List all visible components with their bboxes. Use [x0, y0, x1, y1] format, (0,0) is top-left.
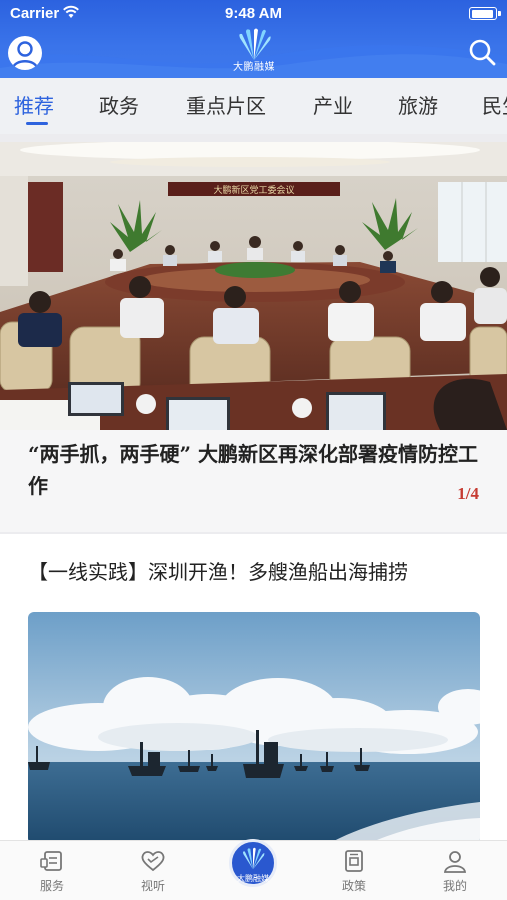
user-icon	[443, 851, 467, 873]
app-logo: 大鹏融媒	[228, 28, 280, 78]
app-header: Carrier 9:48 AM 大鹏融媒	[0, 0, 507, 78]
heart-icon	[141, 851, 165, 872]
featured-image: 大鹏新区党工委会议	[0, 142, 507, 430]
meeting-room-image: 大鹏新区党工委会议	[0, 142, 507, 430]
search-icon	[469, 39, 496, 66]
active-tab-indicator	[26, 122, 48, 125]
tab-tourism[interactable]: 旅游	[398, 90, 438, 119]
meeting-banner-text: 大鹏新区党工委会议	[213, 184, 294, 196]
nav-video-label: 视听	[140, 879, 165, 893]
user-icon	[11, 41, 39, 69]
nav-home-logo-button[interactable]: 大鹏融媒	[229, 839, 277, 887]
status-bar: Carrier 9:48 AM	[0, 0, 507, 28]
logo-text: 大鹏融媒	[233, 62, 275, 73]
status-time: 9:48 AM	[225, 5, 282, 22]
nav-policy[interactable]: 政策	[324, 849, 384, 894]
tab-government[interactable]: 政务	[99, 90, 139, 119]
article-title[interactable]: 【一线实践】深圳开渔！多艘渔船出海捕捞	[28, 556, 408, 585]
nav-services[interactable]: 服务	[22, 849, 82, 894]
fishing-boats-image	[28, 612, 480, 844]
article-card[interactable]: 【一线实践】深圳开渔！多艘渔船出海捕捞	[0, 534, 507, 844]
nav-home-logo-text: 大鹏融媒	[237, 874, 269, 883]
search-button[interactable]	[467, 37, 497, 67]
tab-key-districts[interactable]: 重点片区	[186, 90, 266, 119]
featured-caption[interactable]: “两手抓，两手硬” 大鹏新区再深化部署疫情防控工作	[28, 438, 483, 502]
nav-profile-label: 我的	[442, 879, 467, 893]
policy-document-icon	[345, 850, 363, 872]
carousel-pager: 1/4	[457, 484, 479, 503]
shell-logo-icon	[239, 28, 271, 60]
nav-services-label: 服务	[39, 879, 64, 893]
nav-policy-label: 政策	[341, 879, 366, 893]
category-tabs: 推荐 政务 重点片区 产业 旅游 民生	[0, 78, 507, 134]
bottom-navigation: 服务 视听 大鹏融媒 政策 我的	[0, 839, 507, 900]
nav-profile[interactable]: 我的	[425, 849, 485, 894]
shell-logo-icon	[243, 847, 265, 870]
nav-video[interactable]: 视听	[123, 849, 183, 894]
tab-industry[interactable]: 产业	[313, 90, 353, 119]
battery-icon	[469, 7, 501, 20]
featured-carousel[interactable]: 大鹏新区党工委会议 “两手抓，两手硬” 大鹏新区再深化部署疫情防控工作 1/4	[0, 142, 507, 532]
tab-recommend[interactable]: 推荐	[14, 90, 54, 119]
user-avatar-button[interactable]	[8, 36, 42, 70]
article-image[interactable]	[28, 612, 480, 844]
services-icon	[40, 851, 62, 871]
tab-livelihood[interactable]: 民生	[482, 90, 507, 119]
